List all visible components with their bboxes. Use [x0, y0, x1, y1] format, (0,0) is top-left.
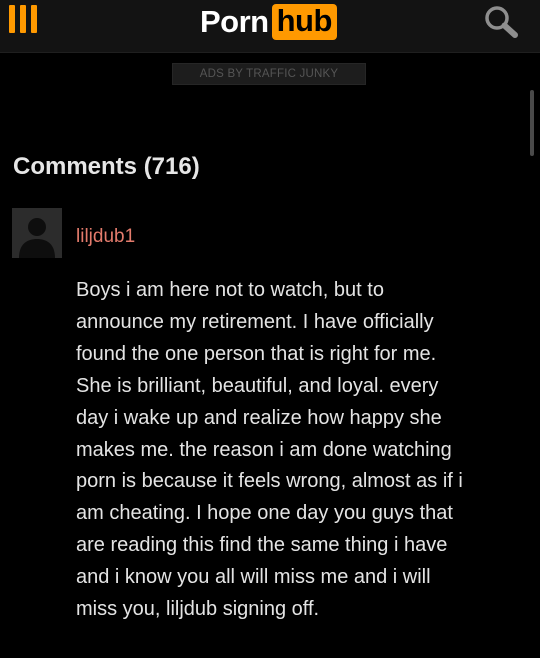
ads-banner[interactable]: ADS BY TRAFFIC JUNKY	[172, 63, 366, 85]
logo-text-part2: hub	[271, 4, 337, 40]
hamburger-menu-icon[interactable]	[0, 0, 48, 44]
comment-text-line: Boys i am here not to watch, but to	[76, 279, 384, 301]
comment-text-line: miss you, liljdub signing off.	[76, 598, 320, 621]
comment-text-line: She is brilliant, beautiful, and loyal. …	[76, 374, 439, 397]
comment-text-line: porn is because it feels wrong, almost a…	[76, 470, 463, 493]
search-icon[interactable]	[478, 2, 524, 42]
comment-text-line: day i wake up and realize how happy she	[76, 406, 442, 429]
comment-text-line: found the one person that is right for m…	[76, 342, 437, 365]
logo-text-part1: Porn	[200, 4, 269, 39]
comment-text-line: and i know you all will miss me and i wi…	[76, 566, 431, 589]
comment-text-line: are reading this find the same thing i h…	[76, 534, 448, 557]
comment-username[interactable]: liljdub1	[76, 226, 135, 248]
scrollbar-thumb[interactable]	[530, 90, 534, 156]
comment-text-line: makes me. the reason i am done watching	[76, 438, 452, 461]
ads-label: ADS BY TRAFFIC JUNKY	[199, 68, 339, 80]
menu-bar-line	[9, 5, 15, 33]
menu-bar-line	[20, 5, 26, 33]
comment-text-line: am cheating. I hope one day you guys tha…	[76, 502, 453, 525]
comment-text-line: announce my retirement. I have officiall…	[76, 310, 434, 333]
site-logo[interactable]: Porn hub	[200, 2, 337, 42]
comments-heading: Comments (716)	[13, 153, 200, 180]
comment-text: Boys i am here not to watch, but to anno…	[76, 275, 526, 626]
top-navigation-bar: Porn hub	[0, 0, 540, 53]
default-user-avatar-icon[interactable]	[12, 208, 62, 258]
menu-bar-line	[31, 5, 37, 33]
